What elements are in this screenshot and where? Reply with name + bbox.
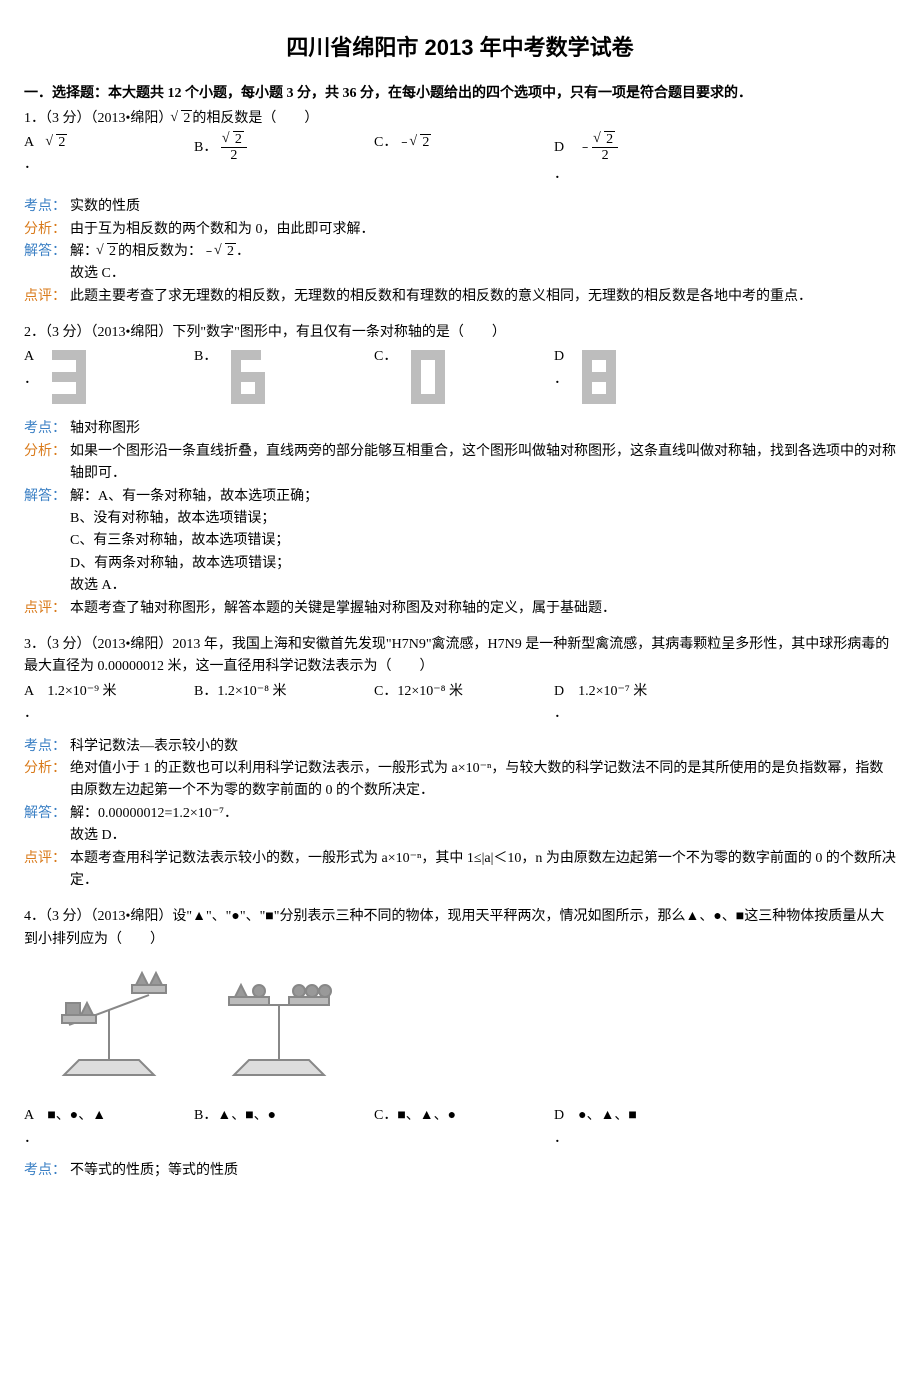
q3-options: A 1.2×10⁻⁹ 米 ． B．1.2×10⁻⁸ 米 C．12×10⁻⁸ 米 … [24,681,896,726]
q2-jieda-line1: 解：A、有一条对称轴，故本选项正确； [70,486,896,508]
q2-optD-dot: ． [554,369,568,391]
q3-kaodian: 科学记数法—表示较小的数 [70,736,896,758]
q4-options: A ■、●、▲ ． B．▲、■、● C．■、▲、● D ●、▲、■ ． [24,1105,896,1150]
q3-optC-value: 12×10⁻⁸ 米 [397,684,463,699]
q2-jieda-line2: B、没有对称轴，故本选项错误； [70,508,896,530]
digit-0-icon [405,346,449,408]
page-title: 四川省绵阳市 2013 年中考数学试卷 [24,30,896,65]
q1-options: A 2 ． B． 22 C．﹣2 D ﹣22 ． [24,132,896,186]
q4-optA-label: A [24,1108,33,1123]
q2-dianping-label: 点评： [24,598,70,620]
q4-optB-value: ▲、■、● [217,1108,276,1123]
q3-fenxi: 绝对值小于 1 的正数也可以利用科学记数法表示，一般形式为 a×10⁻ⁿ，与较大… [70,758,896,803]
q3-optA-dot: ． [24,703,194,725]
q4-optC-label: C． [374,1108,397,1123]
question-4: 4．（3 分）（2013•绵阳）设"▲"、"●"、"■"分别表示三种不同的物体，… [24,906,896,1182]
q3-optA-value: 1.2×10⁻⁹ 米 [47,684,116,699]
q1-fenxi: 由于互为相反数的两个数和为 0，由此即可求解． [70,219,896,241]
q1-optD-dot: ． [554,164,704,186]
q3-stem: 3．（3 分）（2013•绵阳）2013 年，我国上海和安徽首先发现"H7N9"… [24,634,896,679]
digit-8-icon [576,346,620,408]
q3-optB-label: B． [194,684,217,699]
q3-dianping: 本题考查用科学记数法表示较小的数，一般形式为 a×10⁻ⁿ，其中 1≤|a|＜1… [70,848,896,893]
question-1: 1．（3 分）（2013•绵阳）2的相反数是（ ） A 2 ． B． 22 C．… [24,108,896,309]
q1-stem: 1．（3 分）（2013•绵阳）2的相反数是（ ） [24,108,896,130]
digit-3-icon [46,346,90,408]
q1-dianping: 此题主要考查了求无理数的相反数，无理数的相反数和有理数的相反数的意义相同，无理数… [70,286,896,308]
q2-jieda-line3: C、有三条对称轴，故本选项错误； [70,530,896,552]
q4-optD-label: D [554,1108,564,1123]
q2-optC-label: C． [374,346,397,368]
q3-dianping-label: 点评： [24,848,70,870]
q4-stem: 4．（3 分）（2013•绵阳）设"▲"、"●"、"■"分别表示三种不同的物体，… [24,906,896,951]
q4-optA-value: ■、●、▲ [47,1108,106,1123]
q1-jieda-line1: 解：2的相反数为：﹣2． [70,241,896,263]
q2-kaodian-label: 考点： [24,418,70,440]
q4-optD-dot: ． [554,1128,704,1150]
q3-jieda-line1: 解：0.00000012=1.2×10⁻⁷． [70,803,896,825]
q3-optD-label: D [554,684,564,699]
q1-optD-value: 22 [592,132,618,164]
q2-stem: 2．（3 分）（2013•绵阳）下列"数字"图形中，有且仅有一条对称轴的是（ ） [24,322,896,344]
q3-jieda-label: 解答： [24,803,70,825]
q3-optA-label: A [24,684,33,699]
q4-optC-value: ■、▲、● [397,1108,456,1123]
q3-optC-label: C． [374,684,397,699]
q1-optB-label: B． [194,140,217,155]
q2-options: A ． B． [24,346,896,408]
q1-jieda-line2: 故选 C． [70,263,896,285]
section-heading: 一．选择题：本大题共 12 个小题，每小题 3 分，共 36 分，在每小题给出的… [24,83,896,105]
q1-kaodian: 实数的性质 [70,196,896,218]
q2-fenxi: 如果一个图形沿一条直线折叠，直线两旁的部分能够互相重合，这个图形叫做轴对称图形，… [70,441,896,486]
q2-jieda-label: 解答： [24,486,70,508]
q1-optC-label: C． [374,135,397,150]
q1-optB-value: 22 [221,132,247,164]
q1-optA-value: 2 [47,132,67,154]
q3-optD-dot: ． [554,703,704,725]
q1-kaodian-label: 考点： [24,196,70,218]
question-3: 3．（3 分）（2013•绵阳）2013 年，我国上海和安徽首先发现"H7N9"… [24,634,896,892]
q2-kaodian: 轴对称图形 [70,418,896,440]
q4-optA-dot: ． [24,1128,194,1150]
q4-kaodian: 不等式的性质；等式的性质 [70,1160,896,1182]
q3-optB-value: 1.2×10⁻⁸ 米 [217,684,286,699]
q1-dianping-label: 点评： [24,286,70,308]
question-2: 2．（3 分）（2013•绵阳）下列"数字"图形中，有且仅有一条对称轴的是（ ）… [24,322,896,620]
q3-fenxi-label: 分析： [24,758,70,780]
q2-optA-dot: ． [24,369,38,391]
q1-optC-value: 2 [411,132,431,154]
digit-6-icon [225,346,269,408]
q1-fenxi-label: 分析： [24,219,70,241]
q4-kaodian-label: 考点： [24,1160,70,1182]
q2-dianping: 本题考查了轴对称图形，解答本题的关键是掌握轴对称图及对称轴的定义，属于基础题． [70,598,896,620]
q2-fenxi-label: 分析： [24,441,70,463]
q1-optA-dot: ． [24,154,194,176]
q3-kaodian-label: 考点： [24,736,70,758]
q1-optD-label: D [554,140,564,155]
q1-jieda-label: 解答： [24,241,70,263]
balance-scale-icon [24,955,384,1085]
q2-optD-label: D [554,346,568,368]
q3-jieda-line2: 故选 D． [70,825,896,847]
q4-optD-value: ●、▲、■ [578,1108,637,1123]
q2-jieda-line5: 故选 A． [70,575,896,597]
q4-optB-label: B． [194,1108,217,1123]
q2-optB-label: B． [194,346,217,368]
q2-jieda-line4: D、有两条对称轴，故本选项错误； [70,553,896,575]
q1-optA-label: A [24,135,33,150]
q3-optD-value: 1.2×10⁻⁷ 米 [578,684,647,699]
q2-optA-label: A [24,346,38,368]
